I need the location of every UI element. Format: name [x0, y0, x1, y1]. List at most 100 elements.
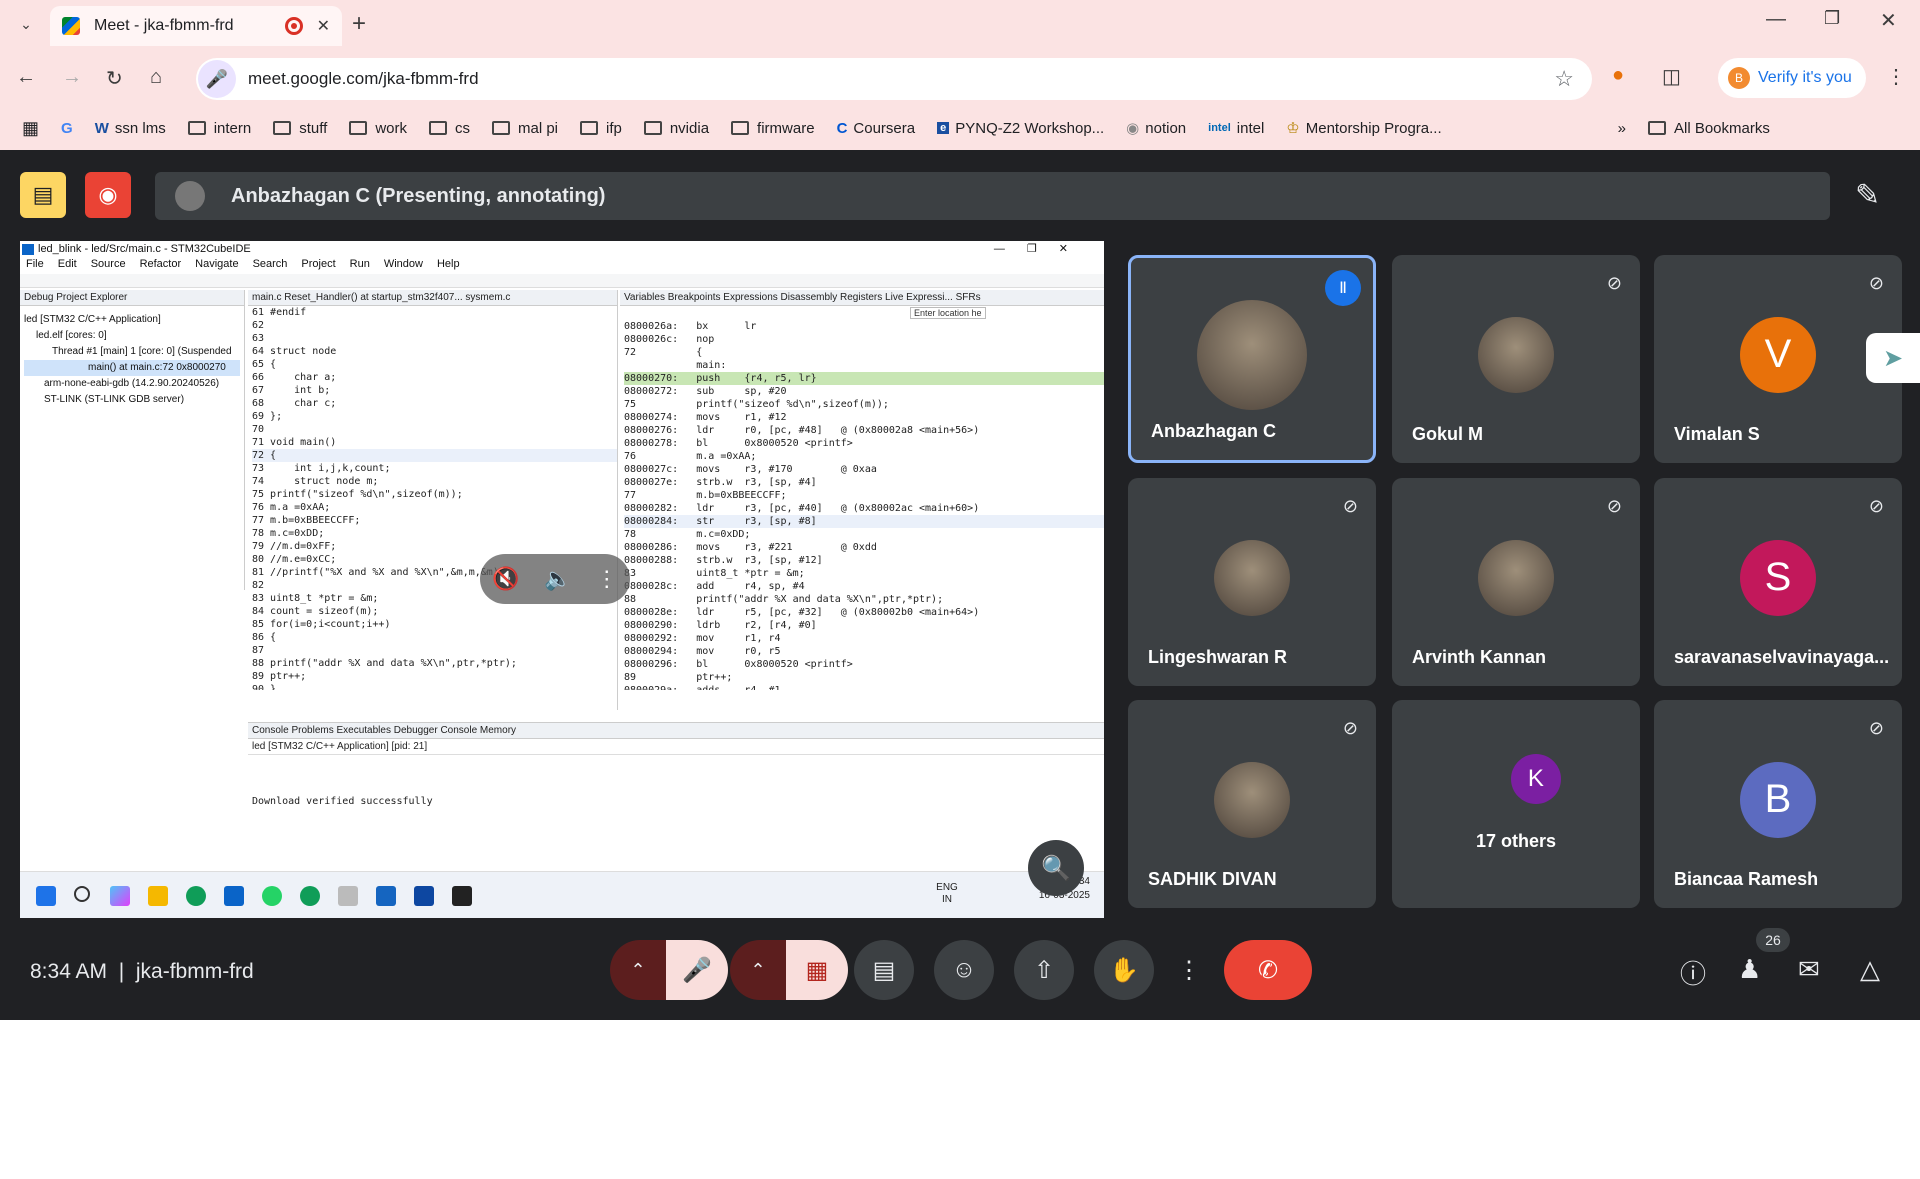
meeting-info-icon[interactable]: ⓘ	[1680, 954, 1706, 991]
site-info-icon[interactable]: 🎤	[198, 60, 236, 98]
code-line: 62	[252, 320, 265, 331]
participant-tile[interactable]: Gokul M ⊘	[1392, 255, 1640, 463]
activities-icon[interactable]: △	[1860, 954, 1880, 985]
browser-tab[interactable]: Meet - jka-fbmm-frd ✕	[50, 6, 342, 46]
bookmark-5[interactable]: mal pi	[491, 120, 558, 137]
bookmark-6[interactable]: ifp	[580, 120, 622, 137]
muted-mic-icon: ⊘	[1868, 718, 1884, 738]
bookmark-11[interactable]: ◉ notion	[1126, 119, 1186, 138]
reload-icon[interactable]: ↻	[106, 66, 123, 91]
browser-menu-icon[interactable]: ⋮	[1886, 64, 1906, 89]
captions-icon[interactable]: ▤	[854, 940, 914, 1000]
bookmark-12[interactable]: intel intel	[1208, 120, 1264, 137]
participant-name: SADHIK DIVAN	[1148, 869, 1277, 889]
present-icon[interactable]: ⇧	[1014, 940, 1074, 1000]
more-options-icon[interactable]: ⋮	[1164, 940, 1214, 1000]
ide-menu-item: Project	[301, 258, 336, 270]
annotate-pen-icon[interactable]: ✎	[1855, 178, 1880, 213]
bookmark-8[interactable]: firmware	[731, 120, 815, 137]
bookmark-2[interactable]: stuff	[273, 120, 327, 137]
participant-tile[interactable]: V Vimalan S ⊘	[1654, 255, 1902, 463]
code-line: 66 char a;	[252, 372, 337, 383]
close-tab-icon[interactable]: ✕	[317, 16, 330, 36]
dev-icon	[414, 886, 434, 906]
ide-menu-bar: File Edit Source Refactor Navigate Searc…	[20, 258, 1104, 274]
asm-line: 76 m.a =0xAA;	[624, 451, 757, 462]
mic-options-icon[interactable]: ⌃	[610, 940, 666, 1000]
home-icon[interactable]: ⌂	[150, 66, 162, 89]
code-line: 75 printf("sizeof %d\n",sizeof(m));	[252, 489, 463, 500]
code-line: 84 count = sizeof(m);	[252, 606, 379, 617]
mic-toggle-icon[interactable]: 🎤	[666, 940, 728, 1000]
code-line: 65 {	[252, 359, 277, 370]
bookmark-3[interactable]: work	[349, 120, 407, 137]
asm-line: 0800028e: ldr r5, [pc, #32] @ (0x80002b0…	[624, 607, 980, 618]
shared-screen: led_blink - led/Src/main.c - STM32CubeID…	[20, 241, 1104, 918]
stop-presenting-icon[interactable]: ▤	[20, 172, 66, 218]
forward-icon[interactable]: →	[62, 66, 82, 89]
more-bookmarks-icon[interactable]: »	[1618, 120, 1626, 137]
chat-icon[interactable]: ✉	[1798, 954, 1820, 985]
ide-menu-item: File	[26, 258, 44, 270]
participant-tile[interactable]: Lingeshwaran R ⊘	[1128, 478, 1376, 686]
participant-tile[interactable]: B Biancaa Ramesh ⊘	[1654, 700, 1902, 908]
bookmark-13[interactable]: ♔ Mentorship Progra...	[1286, 119, 1441, 138]
ide-window-controls: —❐✕	[993, 243, 1090, 255]
zoom-icon[interactable]: 🔍	[1028, 840, 1084, 896]
side-panel-tab-icon[interactable]: ➤	[1866, 333, 1920, 383]
bookmark-1[interactable]: intern	[187, 120, 251, 137]
bookmark-7[interactable]: nvidia	[643, 120, 709, 137]
bookmark-9[interactable]: C Coursera	[837, 120, 916, 137]
ide-menu-item: Navigate	[195, 258, 239, 270]
participant-photo	[1478, 316, 1554, 393]
bookmark-10[interactable]: e PYNQ-Z2 Workshop...	[937, 120, 1104, 137]
camera-options-icon[interactable]: ⌃	[730, 940, 786, 1000]
extensions-puzzle-icon[interactable]: ◫	[1662, 64, 1681, 89]
people-icon[interactable]: ♟	[1738, 954, 1761, 985]
asm-line: 83 uint8_t *ptr = &m;	[624, 568, 805, 579]
bookmark-0[interactable]: Wssn lms	[95, 120, 166, 137]
verify-profile-button[interactable]: B Verify it's you	[1718, 58, 1866, 98]
console-tabs: Console Problems Executables Debugger Co…	[248, 723, 1104, 739]
extension-icon[interactable]: ●	[1612, 64, 1624, 87]
chrome-icon	[186, 886, 206, 906]
participant-avatar: S	[1740, 539, 1816, 616]
bookmark-star-icon[interactable]: ☆	[1554, 66, 1574, 92]
restore-icon[interactable]: ❐	[1824, 8, 1840, 29]
code-line: 74 struct node m;	[252, 476, 379, 487]
disassembly-tabs: Variables Breakpoints Expressions Disass…	[620, 290, 1104, 306]
google-icon[interactable]: G	[61, 120, 73, 137]
code-line: 64 struct node	[252, 346, 337, 357]
close-window-icon[interactable]: ✕	[1880, 8, 1897, 33]
emoji-icon[interactable]: ☺	[934, 940, 994, 1000]
mic-off-icon[interactable]: 🔇	[492, 566, 519, 592]
tab-search-icon[interactable]: ⌄	[12, 12, 40, 36]
all-bookmarks[interactable]: All Bookmarks	[1648, 120, 1770, 137]
address-bar[interactable]: 🎤 meet.google.com/jka-fbmm-frd ☆	[196, 58, 1592, 100]
minimize-icon[interactable]: —	[1766, 8, 1786, 31]
ide-menu-item: Edit	[57, 258, 77, 270]
new-tab-icon[interactable]: +	[352, 10, 366, 38]
speaker-off-icon[interactable]: 🔈	[544, 566, 571, 592]
bookmark-4[interactable]: cs	[428, 120, 470, 137]
raise-hand-icon[interactable]: ✋	[1094, 940, 1154, 1000]
asm-line: 0800029a: adds r4, #1	[624, 684, 1104, 690]
participant-tile[interactable]: SADHIK DIVAN ⊘	[1128, 700, 1376, 908]
code-line: 90 }	[252, 684, 277, 690]
url-text[interactable]: meet.google.com/jka-fbmm-frd	[248, 69, 479, 89]
participant-tile[interactable]: Anbazhagan C Ⅱ	[1128, 255, 1376, 463]
back-icon[interactable]: ←	[16, 66, 36, 89]
chrome-icon	[300, 886, 320, 906]
camera-toggle-icon[interactable]: ▦	[786, 940, 848, 1000]
location-input[interactable]: Enter location he	[910, 307, 986, 319]
recording-status-icon[interactable]: ◉	[85, 172, 131, 218]
participant-tile[interactable]: Ssaravanaselvavinayaga... ⊘	[1654, 478, 1902, 686]
participant-tile[interactable]: K 17 others	[1392, 700, 1640, 908]
more-options-icon[interactable]: ⋮	[596, 566, 618, 592]
participant-name: Arvinth Kannan	[1412, 647, 1547, 667]
tree-item: arm-none-eabi-gdb (14.2.90.20240526)	[44, 378, 220, 389]
leave-call-icon[interactable]: ✆	[1224, 940, 1312, 1000]
ide-menu-item: Window	[383, 258, 423, 270]
apps-grid-icon[interactable]: ▦	[22, 118, 39, 139]
participant-tile[interactable]: Arvinth Kannan ⊘	[1392, 478, 1640, 686]
